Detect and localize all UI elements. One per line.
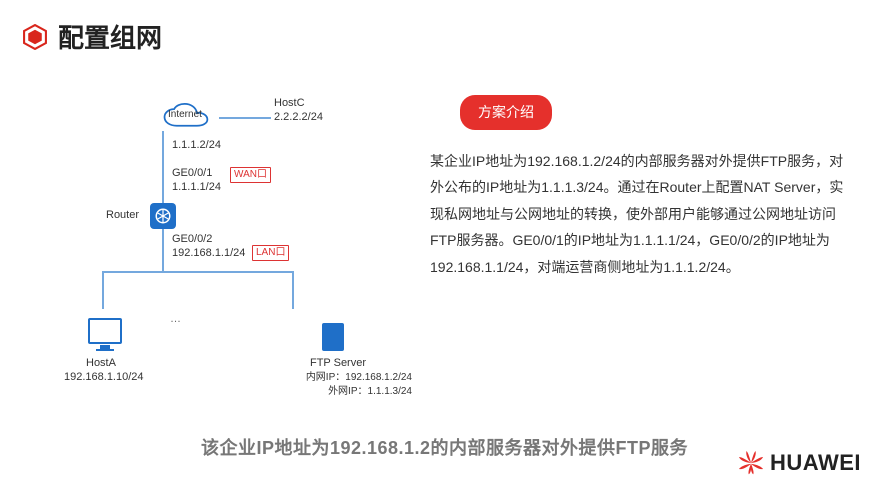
description-text: 某企业IP地址为192.168.1.2/24的内部服务器对外提供FTP服务，对外…: [430, 148, 850, 281]
ftp-server-icon: [322, 323, 344, 351]
lan-tag: LAN口: [252, 245, 289, 261]
section-pill: 方案介绍: [460, 95, 552, 130]
ge1-label: GE0/0/1: [172, 167, 212, 179]
router-icon: [150, 203, 176, 229]
hostc-ip: 2.2.2.2/24: [274, 111, 323, 123]
hexagon-icon: [22, 24, 48, 50]
uplink-ip: 1.1.1.2/24: [172, 139, 221, 151]
description-panel: 方案介绍 某企业IP地址为192.168.1.2/24的内部服务器对外提供FTP…: [430, 95, 850, 375]
title-text: 配置组网: [58, 18, 162, 55]
hosta-icon: [88, 318, 122, 351]
logo-text: HUAWEI: [770, 450, 861, 476]
ge2-ip: 192.168.1.1/24: [172, 247, 245, 259]
huawei-logo: HUAWEI: [736, 450, 861, 476]
hostc-name: HostC: [274, 97, 305, 109]
link-line: [292, 271, 294, 309]
page-title: 配置组网: [22, 18, 162, 55]
router-label: Router: [106, 209, 139, 221]
ftp-out: 外网IP：1.1.1.3/24: [328, 382, 412, 397]
ftp-in: 内网IP：192.168.1.2/24: [306, 368, 412, 383]
slide: 配置组网 Internet HostC 2.2.2.2/24: [0, 0, 889, 500]
link-line: [219, 117, 271, 119]
ellipsis: …: [170, 313, 183, 325]
wan-tag: WAN口: [230, 167, 271, 183]
link-line: [162, 227, 164, 271]
ge1-ip: 1.1.1.1/24: [172, 181, 221, 193]
internet-label: Internet: [168, 109, 202, 120]
hosta-ip: 192.168.1.10/24: [64, 371, 144, 383]
content-row: Internet HostC 2.2.2.2/24 1.1.1.2/24 GE0…: [70, 95, 850, 375]
link-line: [102, 271, 294, 273]
link-line: [162, 131, 164, 207]
hosta-name: HostA: [86, 357, 116, 369]
huawei-petal-icon: [736, 450, 766, 476]
ge2-label: GE0/0/2: [172, 233, 212, 245]
link-line: [102, 271, 104, 309]
network-diagram: Internet HostC 2.2.2.2/24 1.1.1.2/24 GE0…: [70, 95, 370, 375]
